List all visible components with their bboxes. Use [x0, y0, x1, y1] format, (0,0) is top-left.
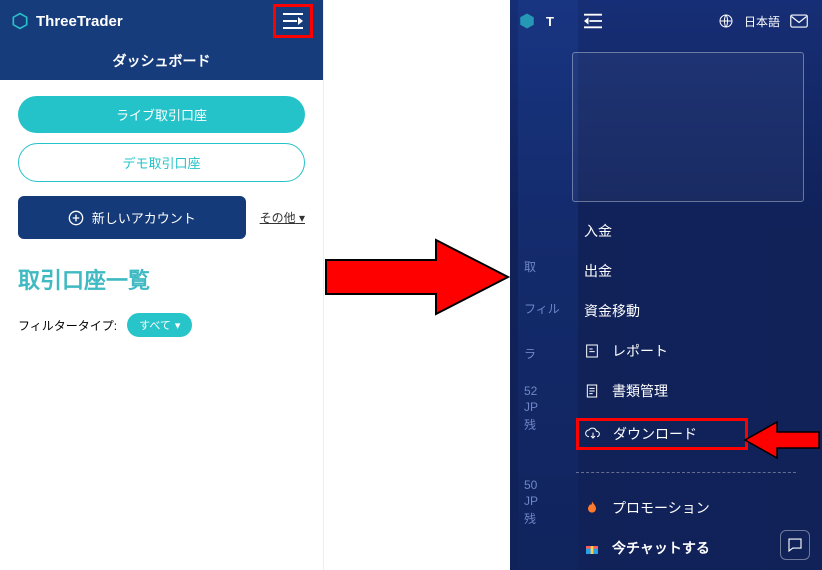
bg-text: 50	[524, 478, 537, 492]
plus-circle-icon	[68, 210, 84, 226]
menu-collapse-icon	[281, 11, 305, 31]
page-title: ダッシュボード	[0, 42, 323, 80]
bg-text: 残	[524, 510, 536, 527]
menu-item-transfer[interactable]: 資金移動	[582, 298, 822, 324]
menu-item-promotion[interactable]: プロモーション	[582, 495, 822, 521]
flame-icon	[584, 500, 600, 516]
menu-header: T 日本語	[510, 0, 822, 42]
bg-text: 取	[524, 258, 536, 275]
filter-label: フィルタータイプ:	[18, 317, 117, 334]
report-icon	[584, 343, 600, 359]
bg-text: 残	[524, 416, 536, 433]
gift-icon	[584, 540, 600, 556]
bg-text: ラ	[524, 345, 536, 362]
bg-text: JP	[524, 400, 538, 414]
cube-icon	[10, 11, 30, 31]
red-arrow-small-icon	[743, 420, 821, 460]
live-account-button[interactable]: ライブ取引口座	[18, 96, 305, 133]
chat-bubble-button[interactable]	[780, 530, 810, 560]
filter-row: フィルタータイプ: すべて ▾	[18, 313, 305, 337]
menu-item-withdraw[interactable]: 出金	[582, 258, 822, 284]
chat-icon	[786, 536, 804, 554]
menu-item-documents[interactable]: 書類管理	[582, 378, 822, 404]
side-menu: 入金 出金 資金移動 レポート 書類管理 ダウンロード プロモーション	[582, 218, 822, 561]
red-arrow-large-icon	[324, 238, 510, 316]
bg-text: 52	[524, 384, 537, 398]
menu-item-download[interactable]: ダウンロード	[576, 418, 748, 450]
bg-text: フィル	[524, 300, 560, 317]
menu-open-button[interactable]	[273, 4, 313, 38]
menu-separator	[576, 472, 796, 473]
demo-account-button[interactable]: デモ取引口座	[18, 143, 305, 182]
language-selector[interactable]: 日本語	[744, 13, 780, 30]
menu-close-icon[interactable]	[582, 12, 604, 30]
filter-chip-all[interactable]: すべて ▾	[127, 313, 192, 337]
brand-logo: ThreeTrader	[10, 11, 123, 31]
download-cloud-icon	[585, 426, 601, 442]
cube-icon	[518, 12, 536, 30]
accounts-heading: 取引口座一覧	[18, 263, 305, 295]
bg-text: JP	[524, 494, 538, 508]
other-dropdown[interactable]: その他 ▾	[260, 209, 305, 226]
dashboard-screen: ThreeTrader ダッシュボード ライブ取引口座 デモ取引口座 新しいアカ…	[0, 0, 324, 570]
new-account-button[interactable]: 新しいアカウント	[18, 196, 246, 239]
mail-icon[interactable]	[790, 14, 808, 28]
brand-partial: T	[546, 14, 554, 29]
header-bar: ThreeTrader	[0, 0, 323, 42]
side-menu-screen: 取 フィル ラ 52 JP 残 50 JP 残 T 日本語	[510, 0, 822, 570]
document-icon	[584, 383, 600, 399]
user-info-box	[572, 52, 804, 202]
menu-item-deposit[interactable]: 入金	[582, 218, 822, 244]
menu-item-report[interactable]: レポート	[582, 338, 822, 364]
globe-icon	[718, 13, 734, 29]
